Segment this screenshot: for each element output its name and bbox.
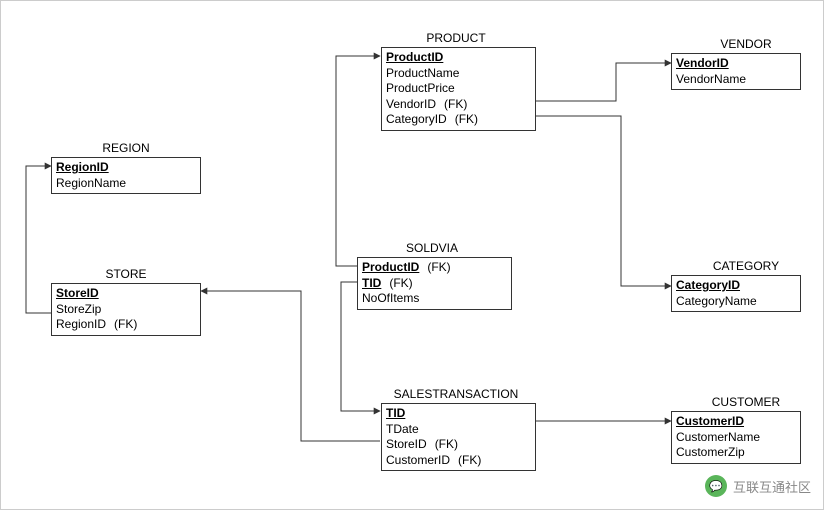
- category-attr-categoryname: CategoryName: [676, 294, 796, 310]
- region-attr-regionname: RegionName: [56, 176, 196, 192]
- region-entity: RegionID RegionName: [51, 157, 201, 194]
- soldvia-attr-productid: ProductID(FK): [362, 260, 507, 276]
- soldvia-entity: ProductID(FK) TID(FK) NoOfItems: [357, 257, 512, 310]
- er-diagram-canvas: REGION RegionID RegionName STORE StoreID…: [0, 0, 824, 510]
- product-title: PRODUCT: [381, 31, 531, 45]
- store-title: STORE: [51, 267, 201, 281]
- region-title: REGION: [51, 141, 201, 155]
- category-attr-categoryid: CategoryID: [676, 278, 796, 294]
- product-attr-productprice: ProductPrice: [386, 81, 531, 97]
- category-entity: CategoryID CategoryName: [671, 275, 801, 312]
- soldvia-attr-noofitems: NoOfItems: [362, 291, 507, 307]
- customer-entity: CustomerID CustomerName CustomerZip: [671, 411, 801, 464]
- watermark-label: 互联互通社区: [733, 477, 811, 496]
- store-entity: StoreID StoreZip RegionID(FK): [51, 283, 201, 336]
- salestransaction-attr-customerid: CustomerID(FK): [386, 453, 531, 469]
- vendor-entity: VendorID VendorName: [671, 53, 801, 90]
- product-attr-categoryid: CategoryID(FK): [386, 112, 531, 128]
- customer-attr-customername: CustomerName: [676, 430, 796, 446]
- region-attr-regionid: RegionID: [56, 160, 196, 176]
- vendor-attr-vendorname: VendorName: [676, 72, 796, 88]
- salestransaction-entity: TID TDate StoreID(FK) CustomerID(FK): [381, 403, 536, 471]
- salestransaction-attr-tdate: TDate: [386, 422, 531, 438]
- store-attr-storeid: StoreID: [56, 286, 196, 302]
- product-entity: ProductID ProductName ProductPrice Vendo…: [381, 47, 536, 131]
- salestransaction-title: SALESTRANSACTION: [381, 387, 531, 401]
- product-attr-vendorid: VendorID(FK): [386, 97, 531, 113]
- store-attr-storezip: StoreZip: [56, 302, 196, 318]
- salestransaction-attr-tid: TID: [386, 406, 531, 422]
- soldvia-title: SOLDVIA: [357, 241, 507, 255]
- soldvia-attr-tid: TID(FK): [362, 276, 507, 292]
- salestransaction-attr-storeid: StoreID(FK): [386, 437, 531, 453]
- vendor-attr-vendorid: VendorID: [676, 56, 796, 72]
- customer-attr-customerzip: CustomerZip: [676, 445, 796, 461]
- product-attr-productname: ProductName: [386, 66, 531, 82]
- store-attr-regionid: RegionID(FK): [56, 317, 196, 333]
- wechat-icon: 💬: [705, 475, 727, 497]
- customer-attr-customerid: CustomerID: [676, 414, 796, 430]
- customer-title: CUSTOMER: [671, 395, 821, 409]
- vendor-title: VENDOR: [671, 37, 821, 51]
- category-title: CATEGORY: [671, 259, 821, 273]
- watermark: 💬 互联互通社区: [705, 475, 811, 497]
- product-attr-productid: ProductID: [386, 50, 531, 66]
